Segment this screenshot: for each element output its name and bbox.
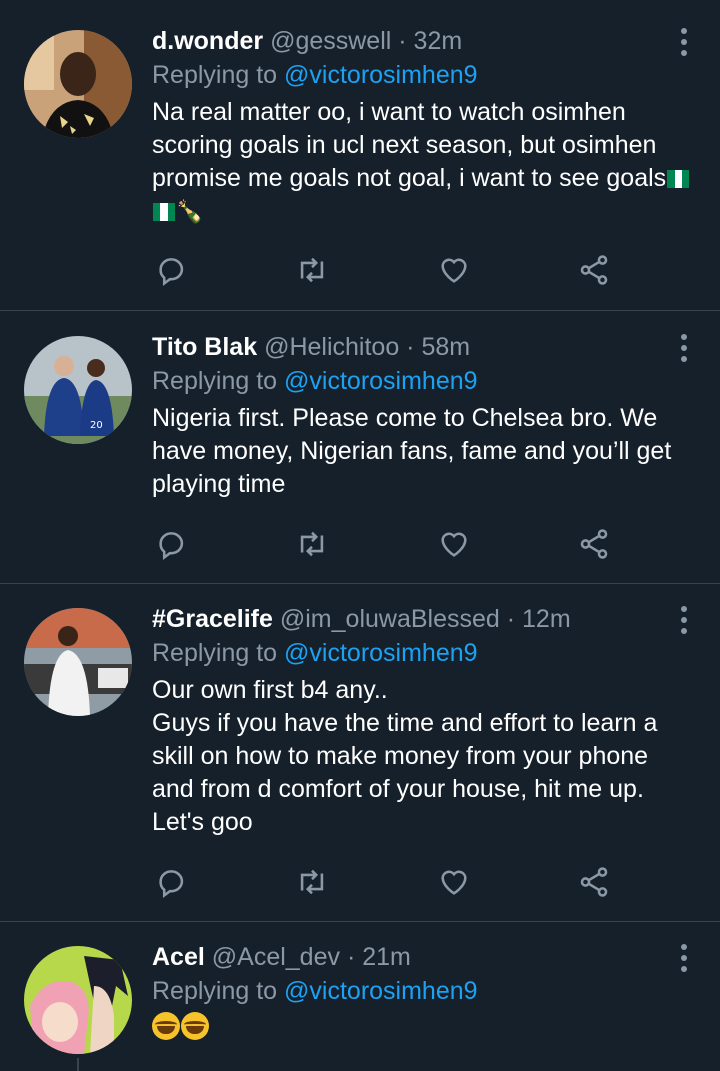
retweet-button[interactable] [292, 862, 332, 902]
like-button[interactable] [434, 862, 474, 902]
retweet-icon [300, 531, 324, 557]
timestamp[interactable]: 21m [362, 943, 411, 971]
avatar[interactable] [24, 946, 132, 1054]
tweet[interactable]: Acel @Acel_dev · 21m Replying to @victor… [0, 922, 720, 1071]
tweet[interactable]: #Gracelife @im_oluwaBlessed · 12m Replyi… [0, 584, 720, 922]
tweet-header: Acel @Acel_dev · 21m [152, 940, 696, 974]
tweet-text: Na real matter oo, i want to watch osimh… [152, 96, 696, 228]
retweet-icon [300, 869, 324, 895]
tweet-text [152, 1012, 696, 1045]
tweet-actions [152, 524, 622, 564]
replying-to: Replying to @victorosimhen9 [152, 58, 696, 92]
like-button[interactable] [434, 524, 474, 564]
tweet-text: Nigeria first. Please come to Chelsea br… [152, 404, 672, 498]
display-name[interactable]: #Gracelife [152, 605, 273, 633]
like-icon [441, 532, 467, 557]
separator-dot: · [391, 27, 414, 55]
mention-link[interactable]: @victorosimhen9 [284, 61, 478, 89]
share-icon [580, 867, 608, 897]
like-button[interactable] [434, 250, 474, 290]
separator-dot: · [499, 605, 523, 633]
mention-link[interactable]: @victorosimhen9 [284, 639, 478, 667]
tweet-header: d.wonder @gesswell · 32m [152, 24, 696, 58]
laughing-face-emoji [181, 1012, 209, 1040]
nigeria-flag-emoji [153, 197, 175, 221]
bottle-emoji: 🍾 [176, 199, 204, 224]
share-button[interactable] [574, 524, 614, 564]
user-handle[interactable]: @gesswell [270, 27, 391, 55]
timestamp[interactable]: 32m [414, 27, 463, 55]
retweet-button[interactable] [292, 250, 332, 290]
more-options-icon[interactable] [676, 606, 692, 634]
replying-to-label: Replying to [152, 639, 285, 667]
share-button[interactable] [574, 250, 614, 290]
mention-link[interactable]: @victorosimhen9 [284, 977, 478, 1005]
laughing-face-emoji [152, 1012, 180, 1040]
timestamp[interactable]: 58m [421, 333, 470, 361]
like-icon [441, 870, 467, 895]
display-name[interactable]: Acel [152, 943, 205, 971]
retweet-icon [300, 257, 324, 283]
user-handle[interactable]: @Acel_dev [212, 943, 340, 971]
share-icon [580, 255, 608, 285]
retweet-button[interactable] [292, 524, 332, 564]
separator-dot: · [399, 333, 422, 361]
thread-line [77, 1058, 79, 1071]
tweet-text: Our own first b4 any.. Guys if you have … [152, 676, 658, 836]
avatar[interactable] [24, 608, 132, 716]
more-options-icon[interactable] [676, 334, 692, 362]
reply-icon [159, 258, 184, 287]
reply-button[interactable] [152, 250, 192, 290]
tweet-actions [152, 862, 622, 902]
svg-text:20: 20 [90, 420, 103, 431]
replying-to: Replying to @victorosimhen9 [152, 364, 696, 398]
replying-to-label: Replying to [152, 977, 285, 1005]
reply-button[interactable] [152, 524, 192, 564]
tweet[interactable]: 20 Tito Blak @Helichitoo · 58m Replying … [0, 311, 720, 584]
user-handle[interactable]: @im_oluwaBlessed [280, 605, 500, 633]
like-icon [441, 258, 467, 283]
user-handle[interactable]: @Helichitoo [264, 333, 399, 361]
tweet-body: Na real matter oo, i want to watch osimh… [152, 98, 667, 192]
more-options-icon[interactable] [676, 28, 692, 56]
tweet-header: #Gracelife @im_oluwaBlessed · 12m [152, 602, 696, 636]
tweet[interactable]: d.wonder @gesswell · 32m Replying to @vi… [0, 0, 720, 311]
reply-button[interactable] [152, 862, 192, 902]
replying-to-label: Replying to [152, 61, 285, 89]
tweet-actions [152, 250, 622, 290]
reply-icon [159, 532, 184, 561]
avatar[interactable]: 20 [24, 336, 132, 444]
replying-to-label: Replying to [152, 367, 285, 395]
reply-icon [159, 870, 184, 899]
replying-to: Replying to @victorosimhen9 [152, 636, 696, 670]
display-name[interactable]: Tito Blak [152, 333, 257, 361]
separator-dot: · [340, 943, 363, 971]
mention-link[interactable]: @victorosimhen9 [284, 367, 478, 395]
replying-to: Replying to @victorosimhen9 [152, 974, 696, 1008]
avatar[interactable] [24, 30, 132, 138]
nigeria-flag-emoji [667, 164, 690, 188]
more-options-icon[interactable] [676, 944, 692, 972]
tweet-header: Tito Blak @Helichitoo · 58m [152, 330, 696, 364]
timestamp[interactable]: 12m [522, 605, 571, 633]
display-name[interactable]: d.wonder [152, 27, 263, 55]
share-icon [580, 529, 608, 559]
share-button[interactable] [574, 862, 614, 902]
